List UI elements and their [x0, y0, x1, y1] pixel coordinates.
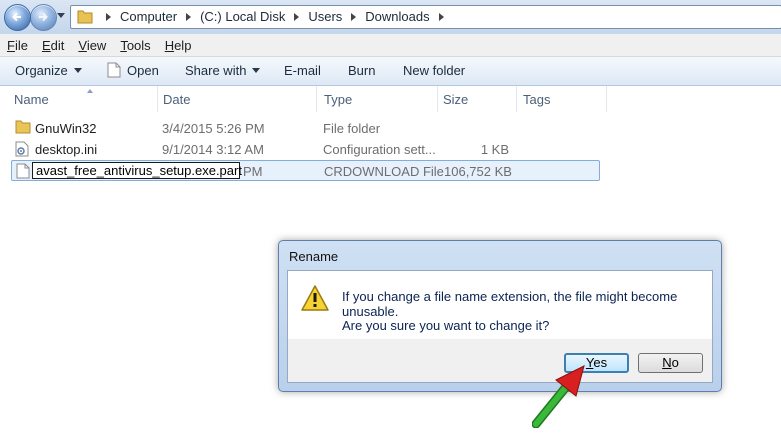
command-bar: Organize Open Share with E-mail Burn New… — [0, 57, 781, 86]
file-name: GnuWin32 — [35, 121, 97, 136]
open-button[interactable]: Open — [107, 62, 159, 78]
back-arrow-icon — [12, 12, 21, 22]
column-header-type[interactable]: Type — [318, 86, 438, 112]
new-folder-label: New folder — [403, 63, 466, 78]
breadcrumb-downloads[interactable]: Downloads — [365, 9, 429, 24]
column-name-label: Name — [14, 92, 49, 107]
file-row-desktop-ini[interactable]: desktop.ini 9/1/2014 3:12 AM Configurati… — [11, 139, 600, 160]
column-header-row: Name Date Type Size Tags — [0, 86, 781, 112]
new-folder-button[interactable]: New folder — [403, 63, 465, 78]
settings-file-icon — [15, 141, 29, 157]
sort-ascending-icon — [87, 89, 93, 93]
recent-pages-dropdown[interactable] — [57, 13, 65, 18]
back-button[interactable] — [4, 4, 31, 31]
file-size: 1 KB — [480, 142, 509, 157]
rename-input[interactable]: avast_free_antivirus_setup.exe.part — [32, 162, 242, 179]
column-header-size[interactable]: Size — [437, 86, 517, 112]
chevron-down-icon — [252, 68, 261, 73]
file-row-gnuwin32[interactable]: GnuWin32 3/4/2015 5:26 PM File folder — [11, 118, 600, 139]
file-icon — [16, 163, 30, 179]
folder-icon — [15, 120, 31, 134]
no-label-mnemonic: N — [662, 355, 672, 370]
rename-dialog: Rename If you change a file name extensi… — [278, 240, 722, 392]
file-date: 9/1/2014 3:12 AM — [162, 142, 264, 157]
file-date: 3/4/2015 5:26 PM — [162, 121, 265, 136]
dialog-message: If you change a file name extension, the… — [342, 289, 678, 319]
menu-help[interactable]: Help — [158, 38, 199, 53]
breadcrumb-separator-icon[interactable] — [438, 12, 444, 21]
dialog-question: Are you sure you want to change it? — [342, 318, 550, 333]
warning-icon — [301, 285, 329, 311]
address-bar-area: Computer (C:) Local Disk Users Downloads — [0, 0, 781, 34]
file-row-avast-setup[interactable]: avast_free_antivirus_setup.exe.part PM C… — [11, 160, 600, 181]
email-label: E-mail — [284, 63, 321, 78]
column-date-label: Date — [163, 92, 191, 107]
menu-view[interactable]: View — [71, 38, 113, 53]
column-header-name[interactable]: Name — [8, 86, 158, 112]
menu-tools[interactable]: Tools — [113, 38, 157, 53]
no-label: o — [671, 355, 679, 370]
column-size-label: Size — [443, 92, 469, 107]
column-tags-label: Tags — [523, 92, 551, 107]
column-header-tags[interactable]: Tags — [517, 86, 607, 112]
breadcrumb-local-disk[interactable]: (C:) Local Disk — [200, 9, 285, 24]
share-with-label: Share with — [185, 63, 247, 78]
column-header-date[interactable]: Date — [157, 86, 317, 112]
dialog-body: If you change a file name extension, the… — [287, 270, 713, 340]
dialog-footer: Yes No — [287, 339, 713, 383]
file-size: 106,752 KB — [444, 164, 512, 179]
file-type: CRDOWNLOAD File — [324, 164, 444, 179]
column-type-label: Type — [324, 92, 353, 107]
forward-button[interactable] — [30, 4, 57, 31]
file-type: File folder — [323, 121, 381, 136]
organize-label: Organize — [15, 63, 68, 78]
breadcrumb: Computer (C:) Local Disk Users Downloads — [97, 9, 453, 24]
file-icon — [107, 62, 121, 77]
menu-edit[interactable]: Edit — [35, 38, 71, 53]
burn-label: Burn — [348, 63, 376, 78]
address-field[interactable]: Computer (C:) Local Disk Users Downloads — [70, 5, 781, 29]
chevron-down-icon — [73, 68, 82, 73]
breadcrumb-separator-icon[interactable] — [106, 12, 111, 21]
file-name: desktop.ini — [35, 142, 98, 157]
folder-icon — [77, 10, 93, 24]
yes-label: es — [593, 355, 608, 370]
menu-file[interactable]: File — [0, 38, 35, 53]
breadcrumb-computer[interactable]: Computer — [120, 9, 177, 24]
breadcrumb-separator-icon[interactable] — [351, 12, 357, 21]
breadcrumb-separator-icon[interactable] — [294, 12, 300, 21]
menu-bar: File Edit View Tools Help — [0, 34, 781, 57]
green-pointer-arrow-icon — [532, 365, 585, 428]
breadcrumb-users[interactable]: Users — [308, 9, 342, 24]
breadcrumb-separator-icon[interactable] — [186, 12, 192, 21]
file-type: Configuration sett... — [323, 142, 436, 157]
burn-button[interactable]: Burn — [348, 63, 375, 78]
share-with-button[interactable]: Share with — [185, 63, 261, 78]
dialog-title: Rename — [289, 249, 339, 264]
organize-button[interactable]: Organize — [15, 63, 82, 78]
no-button[interactable]: No — [638, 353, 703, 373]
open-label: Open — [127, 63, 159, 78]
email-button[interactable]: E-mail — [284, 63, 321, 78]
forward-arrow-icon — [39, 12, 48, 22]
file-date: PM — [243, 164, 263, 179]
